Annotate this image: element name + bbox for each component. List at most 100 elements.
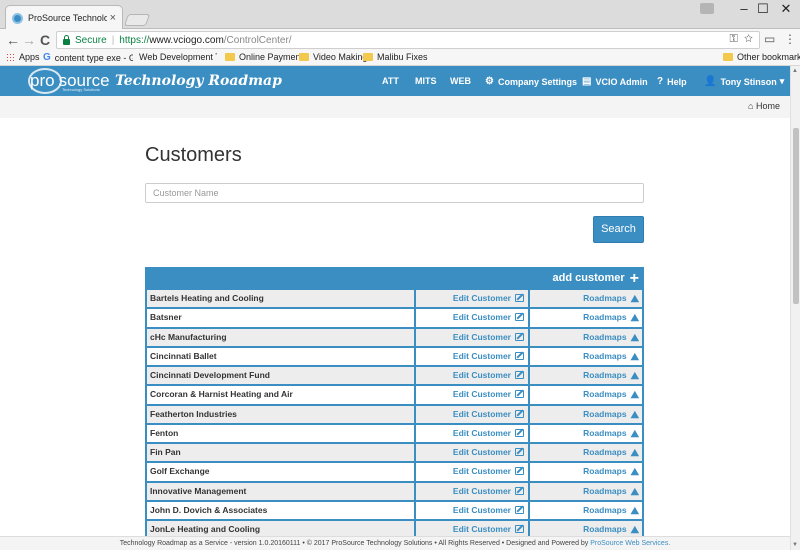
- footer-text: Technology Roadmap as a Service - versio…: [119, 540, 589, 547]
- roadmaps-link[interactable]: Roadmaps ⛰: [530, 348, 642, 365]
- bookmark-label: Other bookmarks: [737, 52, 800, 62]
- edit-customer-link[interactable]: Edit Customer: [416, 367, 530, 385]
- star-icon[interactable]: ☆: [744, 33, 753, 45]
- roadmaps-link[interactable]: Roadmaps ⛰: [530, 329, 642, 346]
- forward-icon[interactable]: →: [21, 31, 37, 49]
- customer-search-input[interactable]: [145, 183, 644, 203]
- roadmaps-link[interactable]: Roadmaps ⛰: [530, 521, 642, 536]
- breadcrumb-home[interactable]: ⌂ Home: [748, 101, 780, 111]
- menu-icon[interactable]: ⋮: [784, 32, 796, 46]
- table-row: Innovative Management Edit Customer Roadma…: [145, 482, 644, 502]
- main-content: Customers Search add customer + Bartels …: [0, 118, 790, 536]
- other-bookmarks[interactable]: Other bookmarks: [723, 52, 800, 62]
- bookmark-web-development[interactable]: Web Development To: [135, 52, 217, 62]
- new-tab-button[interactable]: [123, 14, 151, 26]
- edit-icon: [515, 371, 524, 379]
- edit-customer-link[interactable]: Edit Customer: [416, 290, 530, 308]
- edit-customer-link[interactable]: Edit Customer: [416, 482, 530, 500]
- nav-web[interactable]: WEB: [450, 76, 471, 86]
- edit-customer-link[interactable]: Edit Customer: [416, 386, 530, 404]
- edit-icon: [515, 467, 524, 476]
- roadmaps-label: Roadmaps: [583, 389, 627, 400]
- scroll-up-arrow[interactable]: ▲: [792, 68, 798, 74]
- roadmaps-link[interactable]: Roadmaps ⛰: [530, 444, 642, 461]
- profile-icon[interactable]: [700, 3, 714, 14]
- bookmark-online-payments[interactable]: Online Payments: [225, 52, 308, 62]
- add-customer-button[interactable]: add customer +: [553, 270, 639, 286]
- edit-customer-link[interactable]: Edit Customer: [416, 444, 530, 462]
- edit-customer-link[interactable]: Edit Customer: [416, 501, 530, 519]
- edit-icon: [515, 294, 524, 302]
- roadmaps-link[interactable]: Roadmaps ⛰: [530, 386, 642, 403]
- roadmaps-link[interactable]: Roadmaps ⛰: [530, 502, 642, 519]
- nav-vcio-admin[interactable]: ▤ VCIO Admin: [582, 76, 648, 87]
- road-icon: ⛰: [630, 332, 639, 344]
- browser-tab[interactable]: ProSource Technology Ro ×: [5, 5, 123, 30]
- edit-customer-label: Edit Customer: [452, 350, 511, 361]
- scroll-thumb[interactable]: [793, 128, 799, 304]
- admin-icon: ▤: [582, 76, 592, 87]
- edit-customer-link[interactable]: Edit Customer: [416, 328, 530, 346]
- road-icon: ⛰: [630, 428, 639, 440]
- road-icon: ⛰: [630, 390, 639, 402]
- table-row: Featherton Industries Edit Customer Roadma…: [145, 405, 644, 425]
- bookmark-malibu-fixes[interactable]: Malibu Fixes: [363, 52, 428, 62]
- edit-customer-link[interactable]: Edit Customer: [416, 521, 530, 536]
- nav-att[interactable]: ATT: [382, 76, 399, 86]
- nav-label: VCIO Admin: [595, 76, 648, 87]
- customer-name: Innovative Management: [147, 482, 416, 500]
- roadmaps-link[interactable]: Roadmaps ⛰: [530, 463, 642, 480]
- page-scrollbar[interactable]: ▲ ▼: [790, 66, 800, 550]
- tab-close-icon[interactable]: ×: [110, 12, 116, 24]
- address-bar[interactable]: Secure | https:// www.vciogo.com /Contro…: [56, 31, 760, 49]
- roadmaps-link[interactable]: Roadmaps ⛰: [530, 290, 642, 307]
- table-row: John D. Dovich & Associates Edit Customer…: [145, 501, 644, 521]
- edit-customer-link[interactable]: Edit Customer: [416, 424, 530, 442]
- footer-link[interactable]: ProSource Web Services.: [590, 540, 670, 547]
- roadmaps-link[interactable]: Roadmaps ⛰: [530, 425, 642, 442]
- bookmark-video-making[interactable]: Video Making: [299, 52, 367, 62]
- table-header: add customer +: [145, 267, 644, 290]
- road-icon: ⛰: [630, 313, 639, 325]
- table-row: cHc Manufacturing Edit Customer Roadmaps ⛰: [145, 328, 644, 348]
- edit-customer-label: Edit Customer: [452, 370, 511, 380]
- edit-customer-link[interactable]: Edit Customer: [416, 405, 530, 423]
- nav-help[interactable]: ? Help: [657, 76, 687, 87]
- bookmark-label: Online Payments: [239, 52, 308, 62]
- customer-name: Featherton Industries: [147, 405, 416, 423]
- cast-icon[interactable]: ▭: [764, 32, 775, 46]
- roadmaps-label: Roadmaps: [583, 312, 627, 323]
- edit-customer-link[interactable]: Edit Customer: [416, 309, 530, 327]
- back-icon[interactable]: ←: [5, 31, 21, 49]
- roadmaps-label: Roadmaps: [583, 447, 627, 457]
- help-icon: ?: [657, 76, 664, 87]
- favicon-icon: [12, 12, 23, 24]
- edit-icon: [515, 390, 524, 399]
- url-scheme: https://: [119, 34, 150, 46]
- key-icon[interactable]: ⚿: [730, 33, 738, 45]
- page-footer: Technology Roadmap as a Service - versio…: [0, 536, 790, 550]
- nav-user-menu[interactable]: 👤 Tony Stinson ▾: [704, 76, 784, 87]
- reload-icon[interactable]: C: [37, 31, 53, 49]
- road-icon: ⛰: [630, 525, 639, 536]
- bookmark-google-search[interactable]: G content type exe - Go: [43, 52, 133, 63]
- bookmarks-bar: Apps G content type exe - Go Web Develop…: [0, 51, 800, 66]
- roadmaps-label: Roadmaps: [583, 485, 627, 496]
- close-window-button[interactable]: ✕: [772, 0, 800, 18]
- prosource-logo[interactable]: pro source Technology Solutions: [28, 67, 110, 95]
- nav-company-settings[interactable]: ⚙ Company Settings: [485, 76, 577, 87]
- scroll-down-arrow[interactable]: ▼: [792, 542, 798, 548]
- roadmaps-link[interactable]: Roadmaps ⛰: [530, 483, 642, 500]
- edit-customer-link[interactable]: Edit Customer: [416, 463, 530, 481]
- search-button[interactable]: Search: [593, 216, 644, 243]
- roadmaps-link[interactable]: Roadmaps ⛰: [530, 309, 642, 326]
- google-icon: G: [43, 52, 51, 63]
- edit-customer-link[interactable]: Edit Customer: [416, 347, 530, 365]
- nav-mits[interactable]: MITS: [415, 76, 437, 86]
- omnibox-separator: |: [111, 34, 115, 46]
- roadmaps-link[interactable]: Roadmaps ⛰: [530, 406, 642, 423]
- customer-name: John D. Dovich & Associates: [147, 501, 416, 519]
- roadmaps-link[interactable]: Roadmaps ⛰: [530, 367, 642, 384]
- bookmark-apps[interactable]: Apps: [6, 52, 40, 62]
- table-row: Fenton Edit Customer Roadmaps ⛰: [145, 424, 644, 444]
